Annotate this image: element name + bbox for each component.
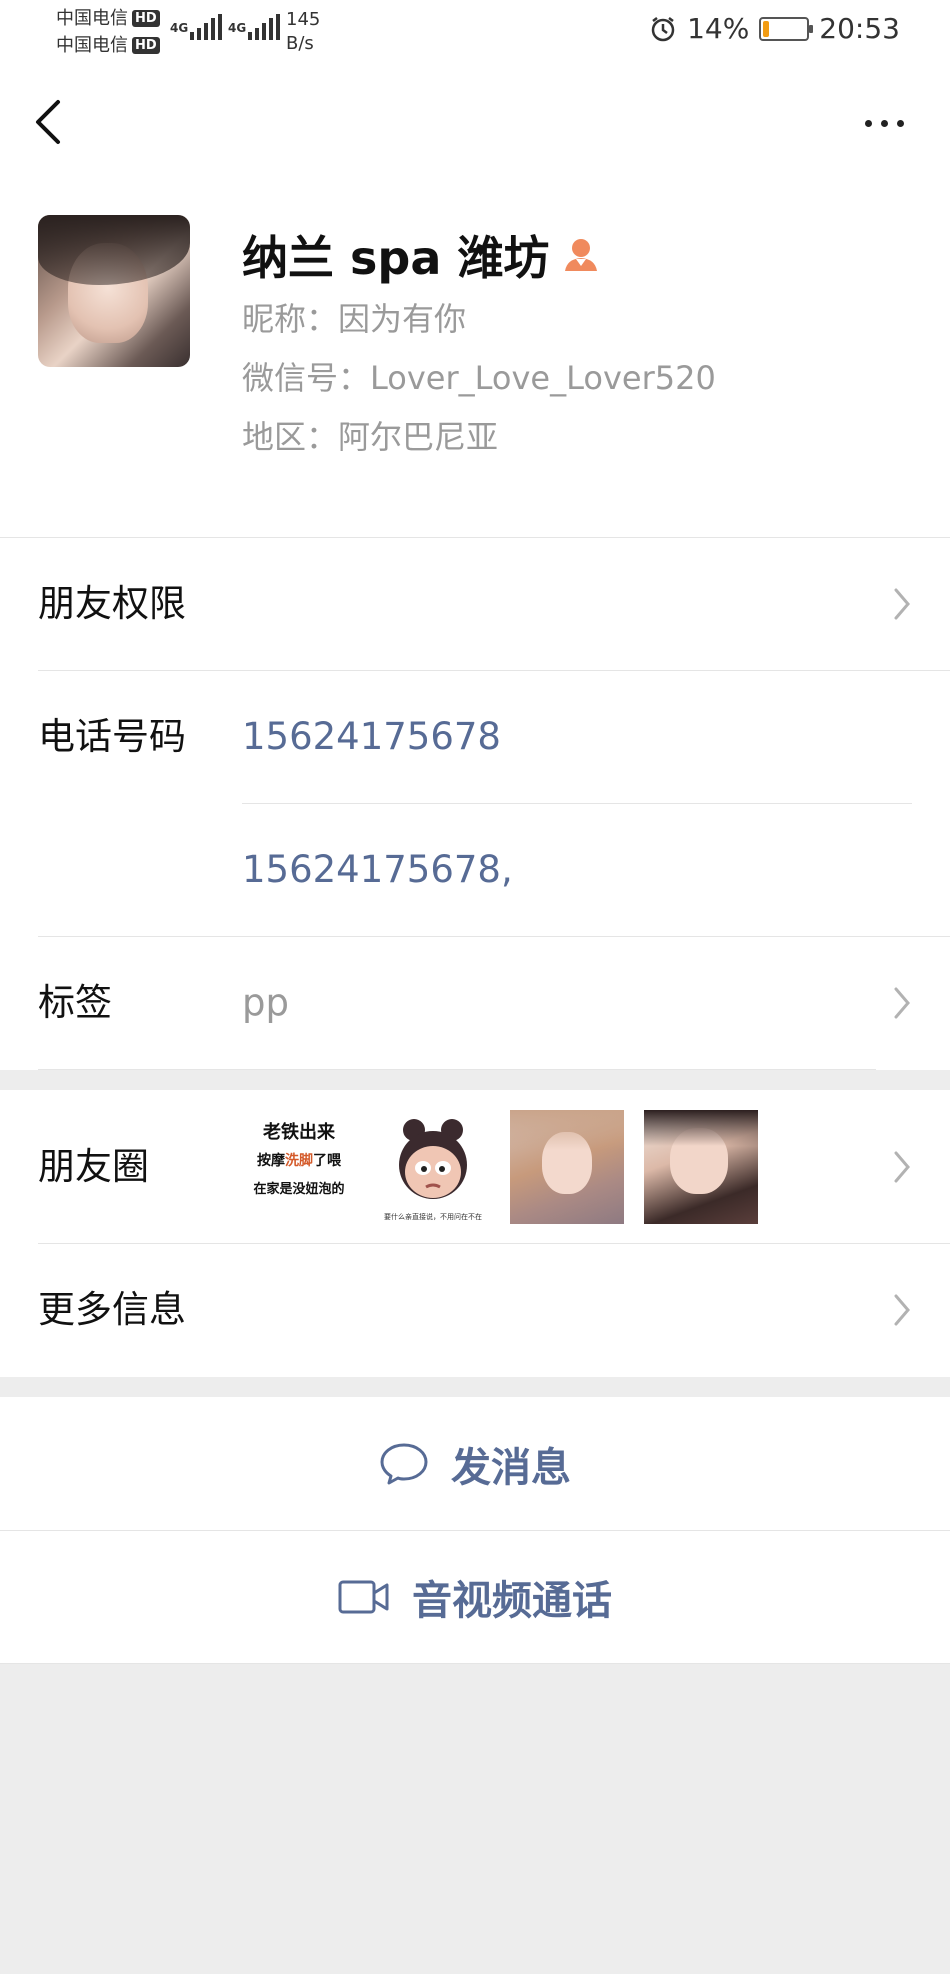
- moment-thumb-photo-1[interactable]: [510, 1110, 624, 1224]
- chevron-right-icon: [894, 1294, 910, 1325]
- moment-thumb-cartoon[interactable]: 要什么亲直接说，不用问在不在: [376, 1110, 490, 1224]
- video-call-label: 音视频通话: [412, 1577, 612, 1624]
- carrier-2: 中国电信 HD: [56, 35, 160, 57]
- video-camera-icon: [338, 1580, 389, 1613]
- signal-icon-2: 4G: [228, 14, 281, 40]
- moments-row[interactable]: 朋友圈 老铁出来 按摩洗脚了喂 在家是没妞泡的 要什么亲直接说，不用问在不在: [0, 1090, 950, 1243]
- hd-badge-2: HD: [132, 37, 160, 54]
- phone-row: 电话号码 15624175678: [0, 670, 950, 803]
- region: 地区：阿尔巴尼亚: [242, 418, 499, 456]
- friend-permissions-label: 朋友权限: [38, 582, 186, 625]
- phone-row-2: 15624175678,: [0, 803, 950, 936]
- hd-badge-1: HD: [132, 10, 160, 27]
- chat-bubble-icon: [380, 1443, 428, 1484]
- network-speed: 145 B/s: [286, 9, 321, 54]
- more-info-row[interactable]: 更多信息: [0, 1243, 950, 1376]
- name-line: 纳兰 spa 潍坊: [242, 222, 601, 288]
- back-arrow-icon[interactable]: [30, 96, 66, 148]
- video-call-button[interactable]: 音视频通话: [0, 1530, 950, 1663]
- chevron-right-icon: [894, 1151, 910, 1182]
- nav-bar: [0, 62, 950, 182]
- alarm-icon: [651, 16, 675, 41]
- avatar[interactable]: [38, 215, 190, 367]
- moments-group: 朋友圈 老铁出来 按摩洗脚了喂 在家是没妞泡的 要什么亲直接说，不用问在不在 更…: [0, 1090, 950, 1377]
- more-options-icon[interactable]: [865, 120, 904, 127]
- moments-thumbnails: 老铁出来 按摩洗脚了喂 在家是没妞泡的 要什么亲直接说，不用问在不在: [242, 1110, 758, 1224]
- phone-label: 电话号码: [38, 715, 186, 758]
- battery-percent: 14%: [687, 12, 750, 45]
- more-info-label: 更多信息: [38, 1288, 186, 1331]
- wechat-id: 微信号：Lover_Love_Lover520: [242, 359, 716, 397]
- tags-value: pp: [242, 981, 289, 1024]
- battery-icon: [759, 16, 814, 41]
- female-gender-icon: [565, 239, 598, 271]
- clock: 20:53: [819, 12, 900, 45]
- moments-label: 朋友圈: [38, 1145, 149, 1188]
- friend-permissions-row[interactable]: 朋友权限: [0, 537, 950, 670]
- phone-number-1[interactable]: 15624175678: [242, 670, 501, 803]
- nickname: 昵称：因为有你: [242, 300, 467, 338]
- send-message-button[interactable]: 发消息: [0, 1397, 950, 1530]
- carrier-1: 中国电信 HD: [56, 8, 160, 30]
- actions-group: 发消息 音视频通话: [0, 1397, 950, 1664]
- tags-label: 标签: [38, 981, 112, 1024]
- moment-thumb-photo-2[interactable]: [644, 1110, 758, 1224]
- info-group: 朋友权限 电话号码 15624175678 15624175678, 标签 pp: [0, 537, 950, 1070]
- profile-name: 纳兰 spa 潍坊: [242, 231, 550, 285]
- chevron-right-icon: [894, 987, 910, 1018]
- moment-thumb-meme-text[interactable]: 老铁出来 按摩洗脚了喂 在家是没妞泡的: [242, 1110, 356, 1224]
- phone-number-2[interactable]: 15624175678,: [242, 803, 513, 936]
- signal-icon-1: 4G: [170, 14, 223, 40]
- chevron-right-icon: [894, 588, 910, 619]
- status-right: 14% 20:53: [649, 12, 900, 45]
- send-message-label: 发消息: [451, 1444, 571, 1491]
- status-bar: 中国电信 HD 中国电信 HD 4G 4G 145 B/s 14% 20:53: [0, 0, 950, 62]
- profile-header: 纳兰 spa 潍坊 昵称：因为有你 微信号：Lover_Love_Lover52…: [0, 182, 950, 537]
- tags-row[interactable]: 标签 pp: [0, 936, 950, 1069]
